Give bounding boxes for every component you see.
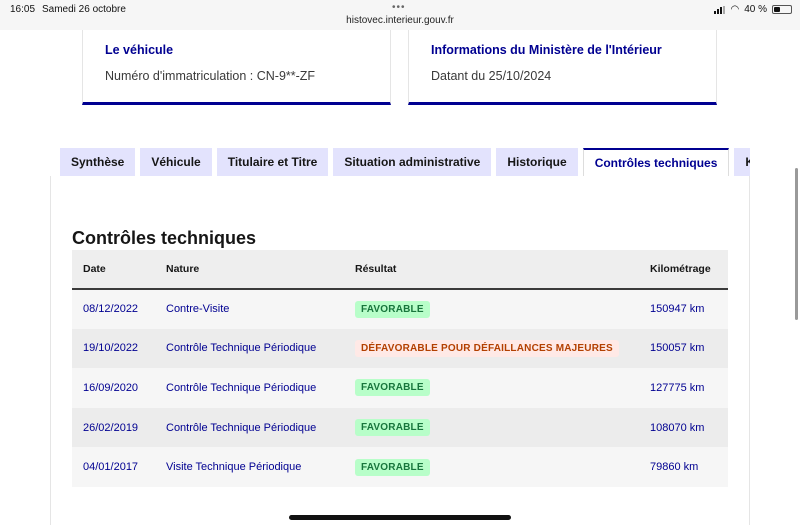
status-date: Samedi 26 octobre [42,4,126,15]
table-row: 19/10/2022 Contrôle Technique Périodique… [72,328,728,369]
ministry-card-title: Informations du Ministère de l'Intérieur [431,43,662,57]
tab-controles-techniques[interactable]: Contrôles techniques [582,148,730,176]
status-time: 16:05 [10,4,36,15]
cell-date: 16/09/2020 [83,381,139,394]
cell-mileage: 108070 km [650,421,705,434]
tab-kilometrage[interactable]: Kilométrage [734,148,750,176]
address-bar-url[interactable]: histovec.interieur.gouv.fr [0,15,800,26]
header-result: Résultat [355,263,397,275]
more-dots-icon[interactable]: ••• [392,2,406,13]
status-bar: 16:05 Samedi 26 octobre ••• histovec.int… [0,0,800,30]
tab-synthese[interactable]: Synthèse [60,148,136,176]
cell-date: 08/12/2022 [83,303,139,316]
scrollbar[interactable] [795,168,798,320]
header-date: Date [83,263,106,275]
tab-situation-administrative[interactable]: Situation administrative [333,148,492,176]
home-indicator[interactable] [289,515,511,520]
table-row: 08/12/2022 Contre-Visite FAVORABLE 15094… [72,289,728,329]
cell-nature: Visite Technique Périodique [166,461,302,474]
data-date: Datant du 25/10/2024 [431,69,552,83]
cell-result: FAVORABLE [344,447,639,487]
vehicle-card: Le véhicule Numéro d'immatriculation : C… [82,30,391,105]
cell-result: FAVORABLE [344,368,639,408]
signal-icon [714,5,726,14]
cell-date: 26/02/2019 [83,421,139,434]
cell-result: FAVORABLE [344,289,639,329]
battery-percent: 40 % [744,4,767,15]
registration-number: Numéro d'immatriculation : CN-9**-ZF [105,69,316,83]
table-row: 04/01/2017 Visite Technique Périodique F… [72,447,728,487]
cell-nature: Contre-Visite [166,303,230,316]
status-badge: DÉFAVORABLE POUR DÉFAILLANCES MAJEURES [355,339,619,357]
technical-controls-table: Date Nature Résultat Kilométrage 08/12/2… [72,250,728,487]
cell-date: 19/10/2022 [83,342,139,355]
cell-result: DÉFAVORABLE POUR DÉFAILLANCES MAJEURES [344,329,639,369]
tab-historique[interactable]: Historique [496,148,578,176]
status-badge: FAVORABLE [355,419,430,437]
cell-mileage: 127775 km [650,381,705,394]
table-header-row: Date Nature Résultat Kilométrage [72,250,728,289]
table-row: 26/02/2019 Contrôle Technique Périodique… [72,407,728,448]
cell-nature: Contrôle Technique Périodique [166,381,317,394]
status-badge: FAVORABLE [355,300,430,318]
ministry-card: Informations du Ministère de l'Intérieur… [408,30,717,105]
tab-titulaire-et-titre[interactable]: Titulaire et Titre [216,148,329,176]
battery-icon [772,5,792,14]
cell-date: 04/01/2017 [83,461,139,474]
section-title: Contrôles techniques [72,228,257,248]
status-badge: FAVORABLE [355,379,430,397]
header-mileage: Kilométrage [650,263,711,275]
status-badge: FAVORABLE [355,458,430,476]
table-row: 16/09/2020 Contrôle Technique Périodique… [72,368,728,408]
wifi-icon: ◠ [730,4,740,15]
cell-nature: Contrôle Technique Périodique [166,421,317,434]
cell-mileage: 150057 km [650,342,705,355]
vehicle-card-title: Le véhicule [105,43,174,57]
cell-mileage: 150947 km [650,303,705,316]
cell-result: FAVORABLE [344,408,639,448]
status-indicators: ◠ 40 % [714,4,792,15]
tab-vehicule[interactable]: Véhicule [140,148,212,176]
header-nature: Nature [166,263,200,275]
tab-list: Synthèse Véhicule Titulaire et Titre Sit… [60,148,750,176]
cell-mileage: 79860 km [650,461,699,474]
cell-nature: Contrôle Technique Périodique [166,342,317,355]
